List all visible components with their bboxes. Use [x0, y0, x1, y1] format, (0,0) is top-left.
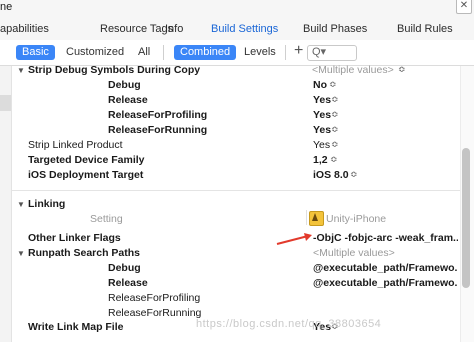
filter-combined-button[interactable]: Combined	[174, 45, 237, 60]
filter-customized-button[interactable]: Customized	[60, 45, 130, 60]
close-icon[interactable]: ✕	[456, 0, 472, 14]
tab-capabilities[interactable]: apabilities	[0, 23, 49, 35]
stepper-icon[interactable]: ≎	[329, 79, 337, 90]
stepper-icon[interactable]: ≎	[331, 94, 339, 105]
config-label: ReleaseForRunning	[108, 307, 202, 319]
disclosure-triangle-icon[interactable]: ▼	[17, 66, 25, 75]
column-header-target: Unity-iPhone	[326, 213, 387, 225]
setting-value[interactable]: Yes	[313, 139, 330, 151]
navigator-selection	[0, 95, 11, 111]
column-divider	[306, 210, 307, 225]
config-label: Debug	[108, 79, 141, 91]
setting-value[interactable]: @executable_path/Framewo...	[313, 262, 458, 274]
section-divider	[12, 190, 460, 191]
setting-label: Write Link Map File	[28, 321, 124, 333]
filter-all-button[interactable]: All	[132, 45, 156, 60]
disclosure-triangle-icon[interactable]: ▼	[17, 249, 25, 258]
setting-value[interactable]: 1,2	[313, 154, 328, 166]
filter-divider	[163, 45, 164, 60]
tab-info[interactable]: Info	[165, 23, 183, 35]
stepper-icon[interactable]: ≎	[331, 124, 339, 135]
search-icon[interactable]: Q▾	[312, 45, 326, 58]
filter-basic-button[interactable]: Basic	[16, 45, 55, 60]
scrollbar-thumb[interactable]	[462, 148, 470, 288]
section-header[interactable]: Linking	[28, 198, 65, 210]
config-label: Debug	[108, 262, 141, 274]
add-setting-button[interactable]: +	[294, 42, 303, 60]
stepper-icon[interactable]: ≎	[331, 139, 339, 150]
setting-label: Targeted Device Family	[28, 154, 145, 166]
stepper-icon[interactable]: ≎	[330, 154, 338, 165]
setting-label: Runpath Search Paths	[28, 247, 141, 259]
annotation-arrow-icon	[276, 233, 312, 245]
config-label: Release	[108, 94, 148, 106]
unity-logo-icon	[312, 213, 318, 221]
setting-value[interactable]: <Multiple values>	[312, 64, 394, 76]
setting-label: Strip Linked Product	[28, 139, 123, 151]
setting-value[interactable]: Yes	[313, 124, 331, 136]
setting-value[interactable]: <Multiple values>	[313, 247, 395, 259]
stepper-icon[interactable]: ≎	[331, 109, 339, 120]
disclosure-triangle-icon[interactable]: ▼	[17, 200, 25, 209]
stepper-icon[interactable]: ≎	[398, 64, 406, 75]
filter-divider	[285, 45, 286, 60]
setting-label: Other Linker Flags	[28, 232, 121, 244]
filter-levels-button[interactable]: Levels	[238, 45, 282, 60]
config-label: Release	[108, 277, 148, 289]
setting-label: Strip Debug Symbols During Copy	[28, 64, 201, 76]
setting-value[interactable]: No	[313, 79, 327, 91]
column-header-setting: Setting	[90, 213, 123, 225]
watermark: https://blog.csdn.net/qq_38803654	[196, 318, 382, 330]
tab-build-rules[interactable]: Build Rules	[397, 23, 453, 35]
tab-resource-tags[interactable]: Resource Tags	[100, 23, 173, 35]
setting-value[interactable]: Yes	[313, 109, 331, 121]
setting-value[interactable]: iOS 8.0	[313, 169, 349, 181]
config-label: ReleaseForProfiling	[108, 292, 201, 304]
window-title: ne	[0, 1, 13, 13]
tab-build-phases[interactable]: Build Phases	[303, 23, 367, 35]
tab-build-settings[interactable]: Build Settings	[211, 23, 278, 35]
stepper-icon[interactable]: ≎	[350, 169, 358, 180]
setting-label: iOS Deployment Target	[28, 169, 144, 181]
config-label: ReleaseForProfiling	[108, 109, 208, 121]
config-label: ReleaseForRunning	[108, 124, 208, 136]
setting-value[interactable]: -ObjC -fobjc-arc -weak_fram...	[313, 232, 458, 244]
window-title-bar	[0, 0, 474, 17]
setting-value[interactable]: Yes	[313, 94, 331, 106]
setting-value[interactable]: @executable_path/Framewo...	[313, 277, 458, 289]
